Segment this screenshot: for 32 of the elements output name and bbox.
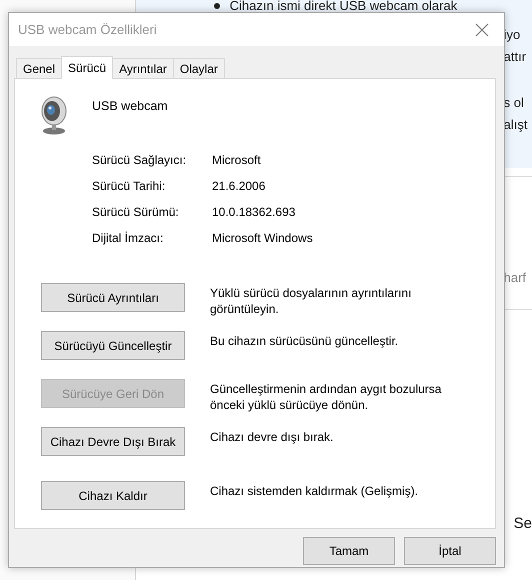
bullet-icon: [214, 3, 220, 9]
property-value: 10.0.18362.693: [212, 205, 296, 219]
property-value: Microsoft: [212, 153, 262, 167]
action-description: Bu cihazın sürücüsünü güncelleştir.: [210, 333, 400, 349]
tab[interactable]: Genel: [16, 58, 62, 78]
property-label: Dijital İmzacı:: [92, 231, 164, 245]
action-description: Güncelleştirmenin ardından aygıt bozulursa önceki yüklü sürücüye dönün.: [210, 381, 442, 413]
tab[interactable]: Sürücü: [61, 56, 114, 79]
device-name: USB webcam: [92, 99, 168, 113]
action-button[interactable]: Cihazı Devre Dışı Bırak: [41, 427, 185, 456]
action-description: Cihazı sistemden kaldırmak (Gelişmiş).: [210, 483, 420, 499]
action-button[interactable]: Sürücüyü Güncelleştir: [41, 331, 185, 360]
article-text: Cihazın ismi direkt USB webcam olarak: [230, 0, 458, 12]
page-text: Se: [514, 515, 532, 532]
dialog-button[interactable]: Tamam: [303, 537, 395, 565]
webcam-icon: [40, 95, 68, 135]
action-button[interactable]: Cihazı Kaldır: [41, 481, 185, 510]
action-button[interactable]: Sürücü Ayrıntıları: [41, 283, 185, 312]
article-text: alışt: [504, 116, 528, 134]
dialog-button[interactable]: İptal: [404, 537, 496, 565]
property-label: Sürücü Tarihi:: [92, 179, 166, 193]
property-value: 21.6.2006: [212, 179, 266, 193]
property-label: Sürücü Sürümü:: [92, 205, 180, 219]
property-value: Microsoft Windows: [212, 231, 314, 245]
close-icon[interactable]: [475, 22, 489, 36]
window-title: USB webcam Özellikleri: [18, 22, 157, 37]
tab[interactable]: Olaylar: [172, 58, 225, 78]
article-text: attır: [504, 48, 528, 66]
action-description: Cihazı devre dışı bırak.: [210, 429, 334, 445]
property-label: Sürücü Sağlayıcı:: [92, 153, 188, 167]
tab[interactable]: Ayrıntılar: [112, 58, 174, 78]
action-description: Yüklü sürücü dosyalarının ayrıntılarını görüntüleyin.: [210, 285, 412, 317]
